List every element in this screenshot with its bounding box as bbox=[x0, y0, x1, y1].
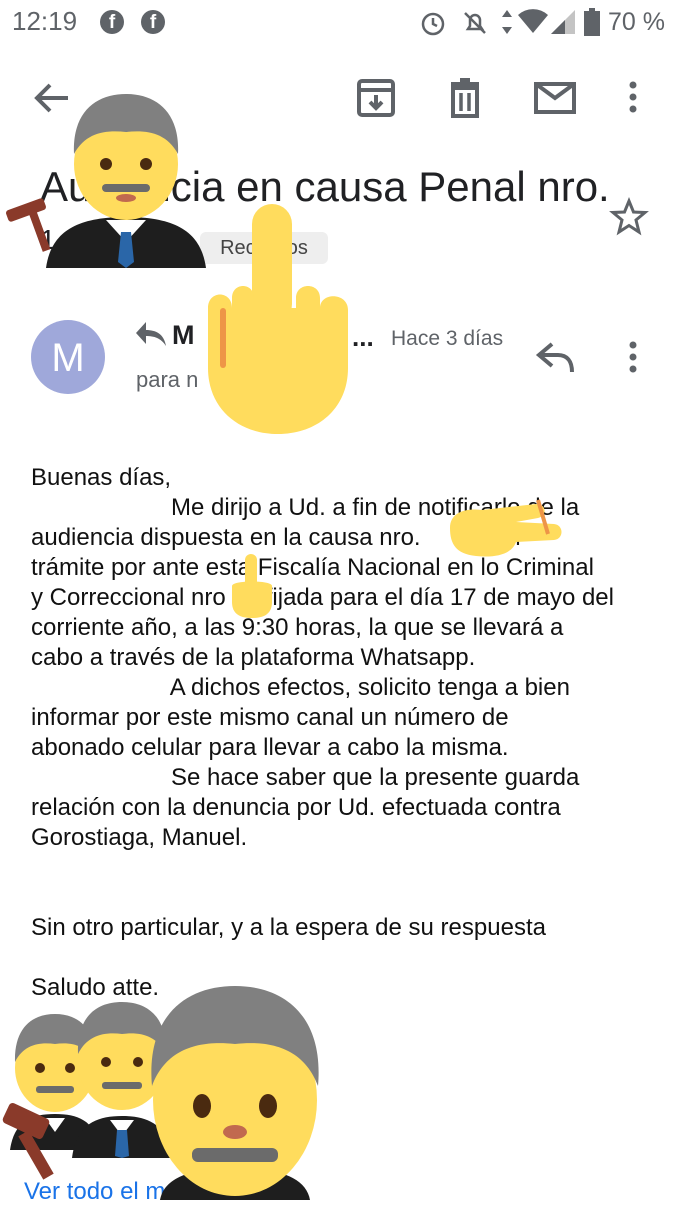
middle-finger-emoji bbox=[208, 204, 348, 434]
body-line: y Correccional nro fijada para el día 17… bbox=[31, 584, 614, 611]
mute-icon bbox=[464, 12, 486, 34]
middle-finger-emoji bbox=[232, 554, 272, 618]
replied-icon bbox=[136, 322, 166, 346]
body-line: relación con la denuncia por Ud. efectua… bbox=[31, 794, 561, 821]
body-line: trámite por ante esta Fiscalía Nacional … bbox=[31, 554, 594, 581]
body-line: A dichos efectos, solicito tenga a bien bbox=[31, 674, 570, 701]
recipient-label[interactable]: para n bbox=[136, 367, 198, 393]
body-line: Se hace saber que la presente guarda bbox=[31, 764, 580, 791]
status-bar: 12:19 f f 70 % bbox=[0, 0, 675, 48]
more-vert-icon[interactable] bbox=[625, 340, 641, 376]
sender-name[interactable]: M bbox=[172, 320, 195, 351]
body-closing: Sin otro particular, y a la espera de su… bbox=[31, 914, 546, 941]
data-icon bbox=[502, 10, 512, 34]
email-date: Hace 3 días bbox=[391, 327, 504, 350]
delete-icon[interactable] bbox=[443, 76, 487, 120]
body-line: informar por este mismo canal un número … bbox=[31, 704, 509, 731]
body-line: audiencia dispuesta en la causa nro. en bbox=[31, 524, 521, 551]
body-line: Me dirijo a Ud. a fin de notificarlo de … bbox=[31, 494, 580, 521]
hand-emoji bbox=[450, 499, 562, 557]
gavel-icon bbox=[2, 1103, 54, 1180]
body-line: Gorostiaga, Manuel. bbox=[31, 824, 248, 851]
body-line: corriente año, a las 9:30 horas, la que … bbox=[31, 614, 564, 641]
facebook-icon: f bbox=[100, 10, 124, 34]
wifi-icon bbox=[518, 9, 548, 33]
archive-icon[interactable] bbox=[354, 76, 398, 120]
facebook-icon: f bbox=[141, 10, 165, 34]
sender-avatar[interactable]: M bbox=[31, 320, 105, 394]
body-greeting: Buenas días, bbox=[31, 464, 172, 491]
alarm-icon bbox=[421, 12, 445, 36]
mark-unread-icon[interactable] bbox=[533, 76, 577, 120]
signal-icon bbox=[551, 10, 575, 34]
battery-icon bbox=[584, 8, 600, 36]
more-vert-icon[interactable] bbox=[625, 80, 641, 116]
star-icon[interactable] bbox=[609, 197, 649, 236]
judge-emoji bbox=[151, 986, 319, 1200]
judge-emoji bbox=[5, 94, 206, 268]
body-line: abonado celular para llevar a cabo la mi… bbox=[31, 734, 509, 761]
reply-icon[interactable] bbox=[535, 340, 576, 374]
status-time: 12:19 bbox=[12, 6, 78, 36]
battery-level: 70 % bbox=[608, 8, 665, 36]
body-line: cabo a través de la plataforma Whatsapp. bbox=[31, 644, 476, 671]
